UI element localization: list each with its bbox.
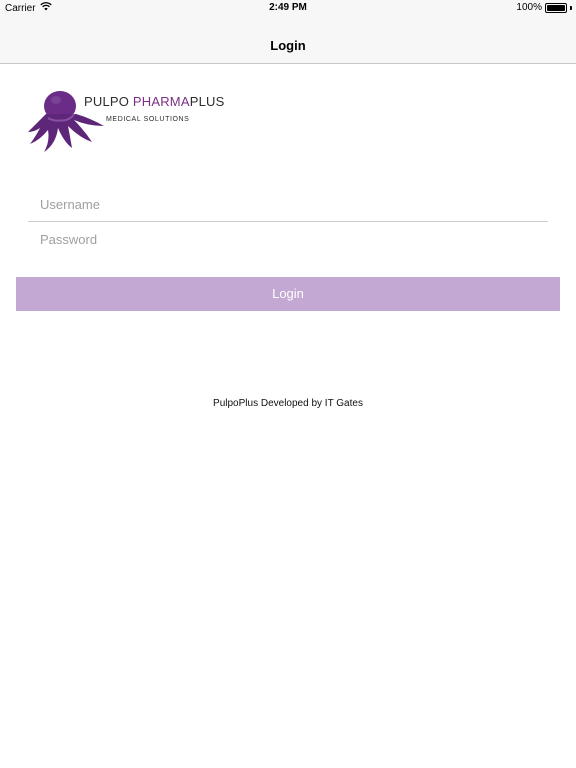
pulpo-pharmaplus-logo: PULPO PHARMAPLUS MEDICAL SOLUTIONS [26,88,236,154]
clock: 2:49 PM [269,2,307,13]
battery-tip [570,5,572,10]
navigation-bar: Login [0,16,576,64]
battery-fill [547,4,565,11]
logo-word-pharma: PHARMA [132,94,190,109]
logo-word-plus: PLUS [189,94,225,109]
logo-tagline: MEDICAL SOLUTIONS [106,116,190,123]
battery-percent: 100% [516,2,542,13]
password-input[interactable] [28,222,548,256]
password-field[interactable] [28,222,548,256]
login-button[interactable]: Login [16,277,560,311]
logo-wordmark: PULPO PHARMAPLUS [84,94,224,109]
logo-word-pulpo: PULPO [84,94,133,109]
status-bar: Carrier 2:49 PM 100% [0,0,576,16]
developer-credit: PulpoPlus Developed by IT Gates [213,398,363,409]
page-title: Login [270,38,306,53]
status-right: 100% [516,2,572,13]
battery-icon [545,2,567,13]
username-field[interactable] [28,188,548,222]
username-input[interactable] [28,188,548,221]
